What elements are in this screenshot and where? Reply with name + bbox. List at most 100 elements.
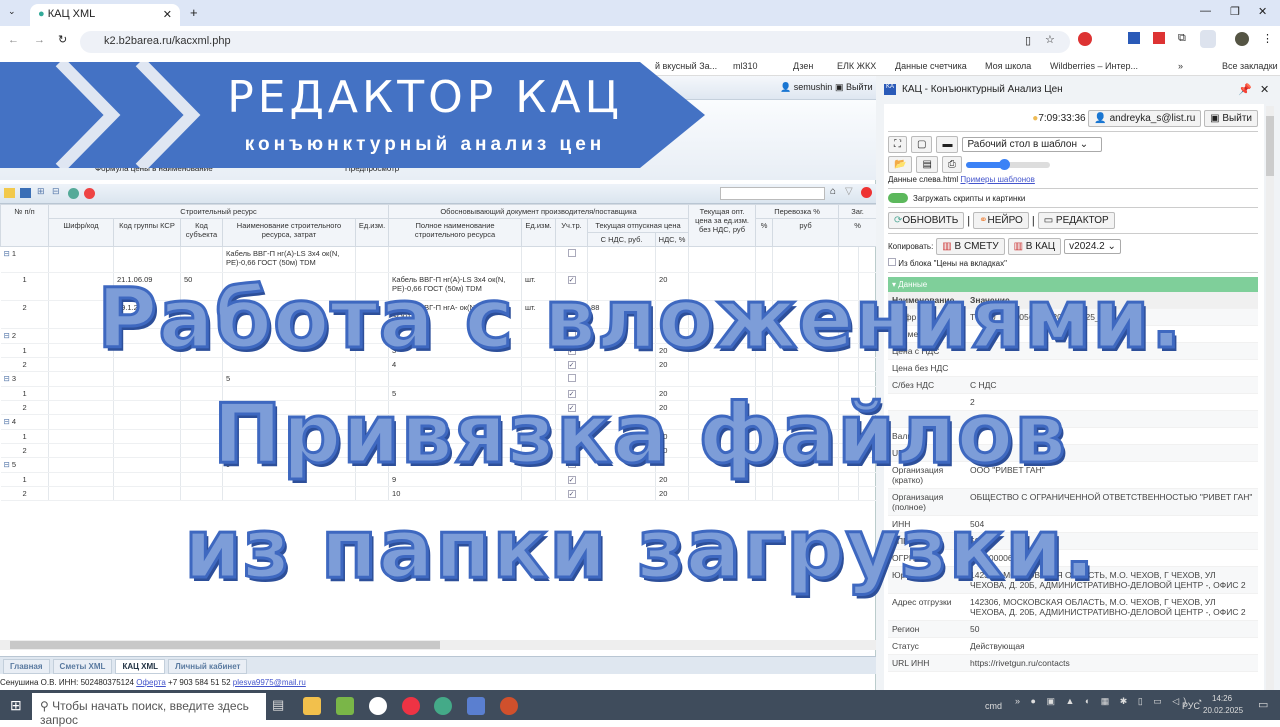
tab-search-icon[interactable]: ⌄ — [8, 6, 16, 17]
user-button[interactable]: 👤 andreyka_s@list.ru — [1088, 110, 1202, 127]
cell-ksr[interactable] — [113, 371, 181, 387]
bookmark[interactable]: Данные счетчика — [895, 61, 967, 71]
bookmark[interactable]: Моя школа — [985, 61, 1031, 71]
cell-subj[interactable] — [180, 246, 223, 273]
field-value[interactable]: 50 — [970, 624, 979, 634]
col-header-uch[interactable]: Уч.тр. — [555, 218, 589, 247]
tree-toggle-icon[interactable]: ⊟ — [4, 374, 12, 383]
col-header-subject[interactable]: Код субъекта — [180, 218, 223, 247]
scrollbar-thumb[interactable] — [10, 641, 440, 649]
uch-checkbox[interactable] — [567, 249, 576, 257]
cell-p[interactable] — [755, 486, 774, 501]
profile-avatar[interactable] — [1235, 32, 1249, 46]
col-header-opt-price[interactable]: Текущая опт. цена за ед.изм. без НДС, ру… — [688, 204, 757, 247]
cell-x[interactable] — [858, 486, 876, 501]
cell-opt[interactable] — [688, 486, 757, 501]
cell-n[interactable]: 2 — [0, 486, 49, 501]
close-window-icon[interactable]: ✕ — [1258, 5, 1267, 18]
cell-x[interactable] — [858, 246, 876, 273]
lock-icon[interactable]: ⌂ — [830, 186, 836, 197]
cell-p2[interactable] — [838, 246, 860, 273]
minimize-icon[interactable]: — — [1200, 5, 1211, 17]
cell-unit2[interactable] — [521, 371, 557, 387]
uch-checkbox[interactable] — [567, 374, 576, 382]
group-row[interactable]: ⊟ 1 Кабель ВВГ-П нг(А)-LS 3х4 ок(N, PE)-0… — [0, 246, 876, 273]
cell-vat[interactable] — [655, 371, 690, 387]
field-value[interactable]: https://rivetgun.ru/contacts — [970, 658, 1070, 668]
cell-full[interactable]: 10 — [388, 486, 523, 501]
expand-icon[interactable]: ⊞ — [37, 186, 45, 197]
cell-full[interactable] — [388, 371, 523, 387]
page-button[interactable]: ▢ — [911, 136, 933, 153]
side-logout-button[interactable]: ▣ Выйти — [1204, 110, 1258, 127]
cell-vp[interactable] — [587, 486, 657, 501]
fullscreen-button[interactable]: ⛶ — [888, 136, 907, 153]
tab-main[interactable]: Главная — [3, 659, 50, 674]
taskbar-search[interactable]: ⚲ Чтобы начать поиск, введите здесь запр… — [32, 693, 266, 727]
cell-rub[interactable] — [772, 246, 840, 273]
grid-search-input[interactable] — [720, 187, 825, 200]
yandex-browser-icon[interactable] — [369, 697, 387, 715]
powerpoint-icon[interactable] — [500, 697, 518, 715]
new-tab-icon[interactable]: + — [190, 5, 198, 20]
cell-x[interactable] — [858, 371, 876, 387]
table-row[interactable]: 2 10 ✓ 20 — [0, 486, 876, 501]
cell-ksr[interactable] — [113, 246, 181, 273]
horizontal-scrollbar[interactable] — [0, 640, 876, 650]
cell-p2[interactable] — [838, 486, 860, 501]
cell-n[interactable]: ⊟ 1 — [0, 246, 49, 273]
filter-icon[interactable]: ▽ — [845, 186, 853, 197]
tree-toggle-icon[interactable]: ⊟ — [4, 249, 12, 258]
sidepanel-icon[interactable] — [1200, 30, 1216, 48]
cell-subj[interactable] — [180, 371, 223, 387]
tab-estimates-xml[interactable]: Сметы XML — [52, 659, 113, 674]
editor-button[interactable]: ▭ РЕДАКТОР — [1037, 212, 1115, 229]
cell-rub[interactable] — [772, 486, 840, 501]
close-panel-icon[interactable]: ✕ — [1260, 83, 1269, 96]
cell-code[interactable] — [48, 371, 114, 387]
col-header-pct2[interactable]: % — [838, 218, 876, 247]
cell-chk[interactable] — [555, 246, 589, 273]
load-scripts-toggle[interactable] — [888, 193, 908, 203]
clock-time[interactable]: 14:26 — [1212, 694, 1232, 703]
video-extension-icon[interactable] — [1153, 32, 1165, 44]
cell-name[interactable] — [222, 486, 356, 501]
slider-knob[interactable] — [998, 158, 1010, 170]
cell-unit[interactable] — [355, 486, 390, 501]
cell-name[interactable]: Кабель ВВГ-П нг(А)-LS 3х4 ок(N, PE)-0,66… — [222, 246, 356, 273]
field-value[interactable]: 142306, МОСКОВСКАЯ ОБЛАСТЬ, М.О. ЧЕХОВ, … — [970, 597, 1254, 617]
cell-p[interactable] — [755, 371, 774, 387]
col-header-vat-price[interactable]: С НДС, руб. — [587, 232, 657, 247]
notifications-icon[interactable]: ▭ — [1258, 698, 1268, 711]
all-bookmarks-folder[interactable]: Все закладки — [1222, 61, 1278, 71]
bookmark[interactable]: Дзен — [793, 61, 813, 71]
cell-unit[interactable] — [355, 246, 390, 273]
bookmark[interactable]: Wildberries – Интер... — [1050, 61, 1138, 71]
pin-icon[interactable]: 📌 — [1238, 83, 1252, 96]
save-icon[interactable] — [20, 188, 31, 198]
col-header-rub[interactable]: руб — [772, 218, 840, 247]
task-view-icon[interactable]: ▤ — [272, 697, 284, 713]
yandex-icon[interactable] — [402, 697, 420, 715]
cell-unit[interactable] — [355, 371, 390, 387]
col-header-name[interactable]: Наименование строительного ресурса, затр… — [222, 218, 356, 247]
cell-code[interactable] — [48, 486, 114, 501]
neuro-button[interactable]: ⚭НЕЙРО — [973, 212, 1029, 229]
clock-date[interactable]: 20.02.2025 — [1203, 706, 1243, 715]
app2-icon[interactable] — [467, 697, 485, 715]
cell-opt[interactable] — [688, 371, 757, 387]
cell-p2[interactable] — [838, 371, 860, 387]
offer-link[interactable]: Оферта — [136, 678, 166, 687]
cmd-label[interactable]: cmd — [985, 701, 1002, 711]
cell-vat[interactable] — [655, 246, 690, 273]
windows-start-icon[interactable]: ⊞ — [10, 697, 22, 714]
chrome-icon[interactable] — [434, 697, 452, 715]
bookmark[interactable]: ЕЛК ЖКХ — [837, 61, 876, 71]
adblock-icon[interactable] — [1078, 32, 1092, 46]
col-header-num[interactable]: № п/п — [0, 204, 49, 247]
col-header-unit[interactable]: Ед.изм. — [354, 218, 390, 247]
examples-link[interactable]: Примеры шаблонов — [960, 175, 1034, 184]
refresh-button[interactable]: ⟳ОБНОВИТЬ — [888, 212, 965, 229]
back-icon[interactable]: ← — [8, 34, 19, 46]
cell-code[interactable] — [48, 246, 114, 273]
